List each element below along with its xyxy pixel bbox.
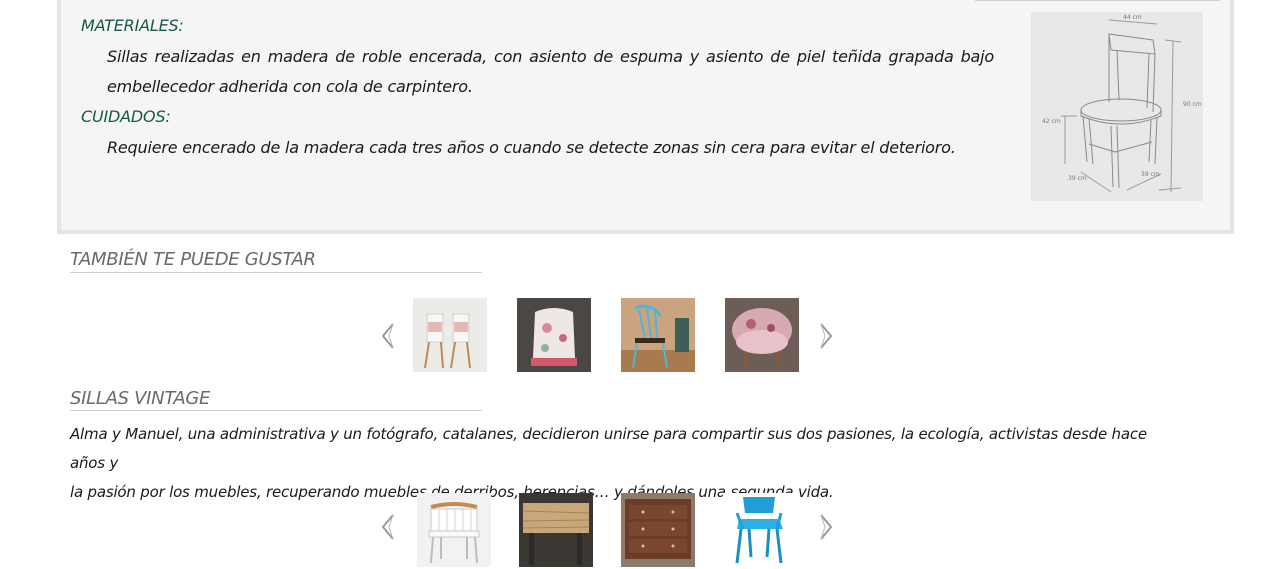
- brand-product-4[interactable]: [723, 493, 797, 567]
- materiales-text: Sillas realizadas en madera de roble enc…: [107, 47, 994, 96]
- chevron-right-icon: [820, 323, 833, 349]
- brand-product-2[interactable]: [519, 493, 593, 567]
- related-product-4[interactable]: [725, 298, 799, 372]
- wooden-table-thumbnail: [519, 493, 593, 567]
- wooden-dresser-thumbnail: [621, 493, 695, 567]
- chair-dimensions-drawing: 44 cm 90 cm 42 cm 39 cm 39 cm: [1042, 14, 1202, 193]
- dimension-depth-label: 39 cm: [1068, 175, 1087, 182]
- related-product-2[interactable]: [517, 298, 591, 372]
- white-wooden-chairs-thumbnail: [413, 298, 487, 372]
- related-title-rule: [70, 272, 482, 273]
- cuidados-heading: CUIDADOS:: [81, 107, 171, 126]
- blue-metal-chair-thumbnail: [723, 493, 797, 567]
- floral-armchair-thumbnail: [517, 298, 591, 372]
- related-product-1[interactable]: [413, 298, 487, 372]
- related-next-arrow[interactable]: [817, 321, 835, 351]
- dimension-seat-height-label: 42 cm: [1042, 118, 1061, 125]
- brand-prev-arrow[interactable]: [379, 512, 397, 542]
- chevron-right-icon: [820, 514, 833, 540]
- related-product-3[interactable]: [621, 298, 695, 372]
- cuidados-text: Requiere encerado de la madera cada tres…: [107, 138, 956, 157]
- panel-top-rule: [975, 0, 1220, 1]
- brand-product-3[interactable]: [621, 493, 695, 567]
- dimension-seat-depth-label: 39 cm: [1141, 171, 1160, 178]
- related-prev-arrow[interactable]: [379, 321, 397, 351]
- brand-description-line-1: Alma y Manuel, una administrativa y un f…: [70, 425, 1147, 472]
- related-section-title: TAMBIÉN TE PUEDE GUSTAR: [70, 249, 316, 270]
- brand-description: Alma y Manuel, una administrativa y un f…: [70, 420, 1170, 507]
- brand-section-title: SILLAS VINTAGE: [70, 388, 211, 409]
- dimension-width-label: 44 cm: [1123, 14, 1142, 21]
- chevron-left-icon: [381, 323, 394, 349]
- chair-dimensions-diagram: 44 cm 90 cm 42 cm 39 cm 39 cm: [1031, 12, 1203, 201]
- materiales-heading: MATERIALES:: [81, 16, 184, 35]
- product-info-panel: MATERIALES: Sillas realizadas en madera …: [57, 0, 1234, 234]
- white-chair-thumbnail: [417, 493, 491, 567]
- pink-floral-tub-chair-thumbnail: [725, 298, 799, 372]
- brand-next-arrow[interactable]: [817, 512, 835, 542]
- brand-title-rule: [70, 410, 482, 411]
- dimension-height-label: 90 cm: [1183, 101, 1202, 108]
- chevron-left-icon: [381, 514, 394, 540]
- blue-windsor-chair-thumbnail: [621, 298, 695, 372]
- brand-product-1[interactable]: [417, 493, 491, 567]
